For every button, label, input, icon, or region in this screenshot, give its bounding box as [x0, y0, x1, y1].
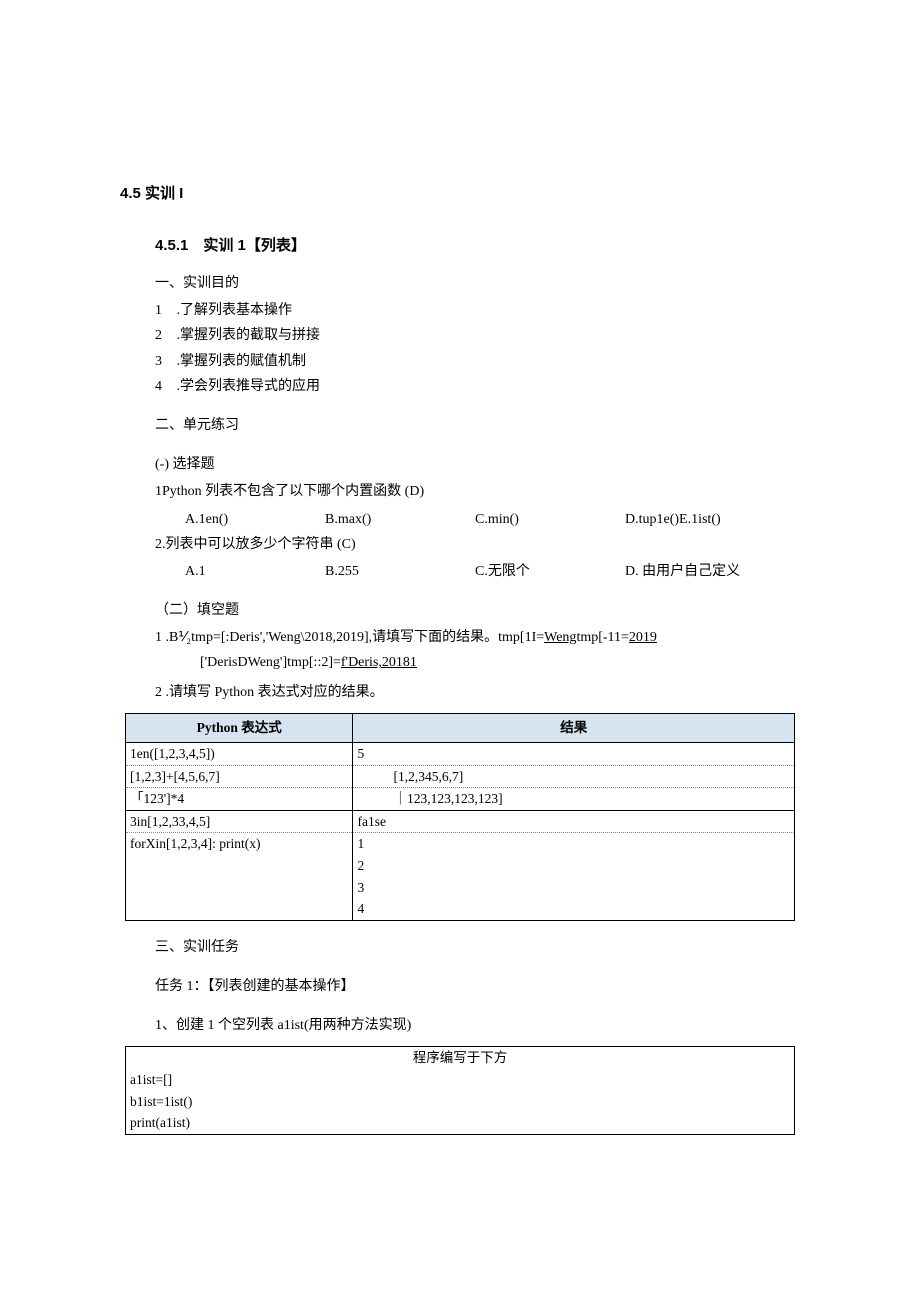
goal-item: 1 .了解列表基本操作 [155, 298, 795, 323]
cell-result: [1,2,345,6,7] [353, 765, 795, 788]
cell-result: ｜123,123,123,123] [353, 788, 795, 811]
option-a: A.1en() [185, 507, 325, 532]
cell-expr: 1en([1,2,3,4,5]) [126, 743, 353, 766]
heading-tasks: 三、实训任务 [155, 935, 795, 960]
goal-item: 4 .学会列表推导式的应用 [155, 374, 795, 399]
cell-expr: 3in[1,2,33,4,5] [126, 810, 353, 833]
fill-question-1-line2: ['DerisDWeng']tmp[::2]=f'Deris,20181 [200, 650, 795, 675]
table-row: forXin[1,2,3,4]: print(x) 1 2 3 4 [126, 833, 795, 920]
heading-goals: 一、实训目的 [155, 271, 795, 296]
fill-question-2: 2 .请填写 Python 表达式对应的结果。 [155, 680, 795, 705]
fill-question-1: 1 .B⅟₂tmp=[:Deris','Weng\2018,2019],请填写下… [155, 625, 795, 650]
table-row: 3in[1,2,33,4,5] fa1se [126, 810, 795, 833]
option-c: C.min() [475, 507, 625, 532]
subheading-choice: (-) 选择题 [155, 452, 795, 477]
cell-result: fa1se [353, 810, 795, 833]
option-a: A.1 [185, 559, 325, 584]
subsection-title: 4.5.1 实训 1【列表】 [155, 232, 795, 259]
question-1-options: A.1en() B.max() C.min() D.tup1e()E.1ist(… [185, 507, 795, 532]
table-row: 「123']*4 ｜123,123,123,123] [126, 788, 795, 811]
option-c: C.无限个 [475, 559, 625, 584]
code-box-header: 程序编写于下方 [126, 1047, 795, 1069]
question-2: 2.列表中可以放多少个字符串 (C) [155, 532, 795, 557]
heading-exercises: 二、单元练习 [155, 413, 795, 438]
code-line: print(a1ist) [126, 1112, 795, 1134]
col-header-result: 结果 [353, 713, 795, 742]
cell-expr: 「123']*4 [126, 788, 353, 811]
section-title: 4.5 实训 I [120, 180, 795, 207]
option-b: B.max() [325, 507, 475, 532]
subheading-fill: （二）填空题 [155, 598, 795, 623]
task-1-step: 1、创建 1 个空列表 a1ist(用两种方法实现) [155, 1013, 795, 1038]
goal-item: 2 .掌握列表的截取与拼接 [155, 323, 795, 348]
code-line: a1ist=[] [126, 1069, 795, 1091]
code-line: b1ist=1ist() [126, 1091, 795, 1113]
table-row: 1en([1,2,3,4,5]) 5 [126, 743, 795, 766]
option-b: B.255 [325, 559, 475, 584]
col-header-expr: Python 表达式 [126, 713, 353, 742]
cell-expr: forXin[1,2,3,4]: print(x) [126, 833, 353, 920]
document-page: 4.5 实训 I 4.5.1 实训 1【列表】 一、实训目的 1 .了解列表基本… [0, 0, 920, 1187]
question-1: 1Python 列表不包含了以下哪个内置函数 (D) [155, 479, 795, 504]
code-box: 程序编写于下方 a1ist=[] b1ist=1ist() print(a1is… [125, 1046, 795, 1134]
question-2-options: A.1 B.255 C.无限个 D. 由用户自己定义 [185, 559, 795, 584]
option-d: D.tup1e()E.1ist() [625, 507, 721, 532]
goal-item: 3 .掌握列表的赋值机制 [155, 349, 795, 374]
cell-expr: [1,2,3]+[4,5,6,7] [126, 765, 353, 788]
cell-result: 5 [353, 743, 795, 766]
expression-result-table: Python 表达式 结果 1en([1,2,3,4,5]) 5 [1,2,3]… [125, 713, 795, 921]
cell-result: 1 2 3 4 [353, 833, 795, 920]
table-header-row: Python 表达式 结果 [126, 713, 795, 742]
option-d: D. 由用户自己定义 [625, 559, 740, 584]
task-1-title: 任务 1：【列表创建的基本操作】 [155, 974, 795, 999]
table-row: [1,2,3]+[4,5,6,7] [1,2,345,6,7] [126, 765, 795, 788]
